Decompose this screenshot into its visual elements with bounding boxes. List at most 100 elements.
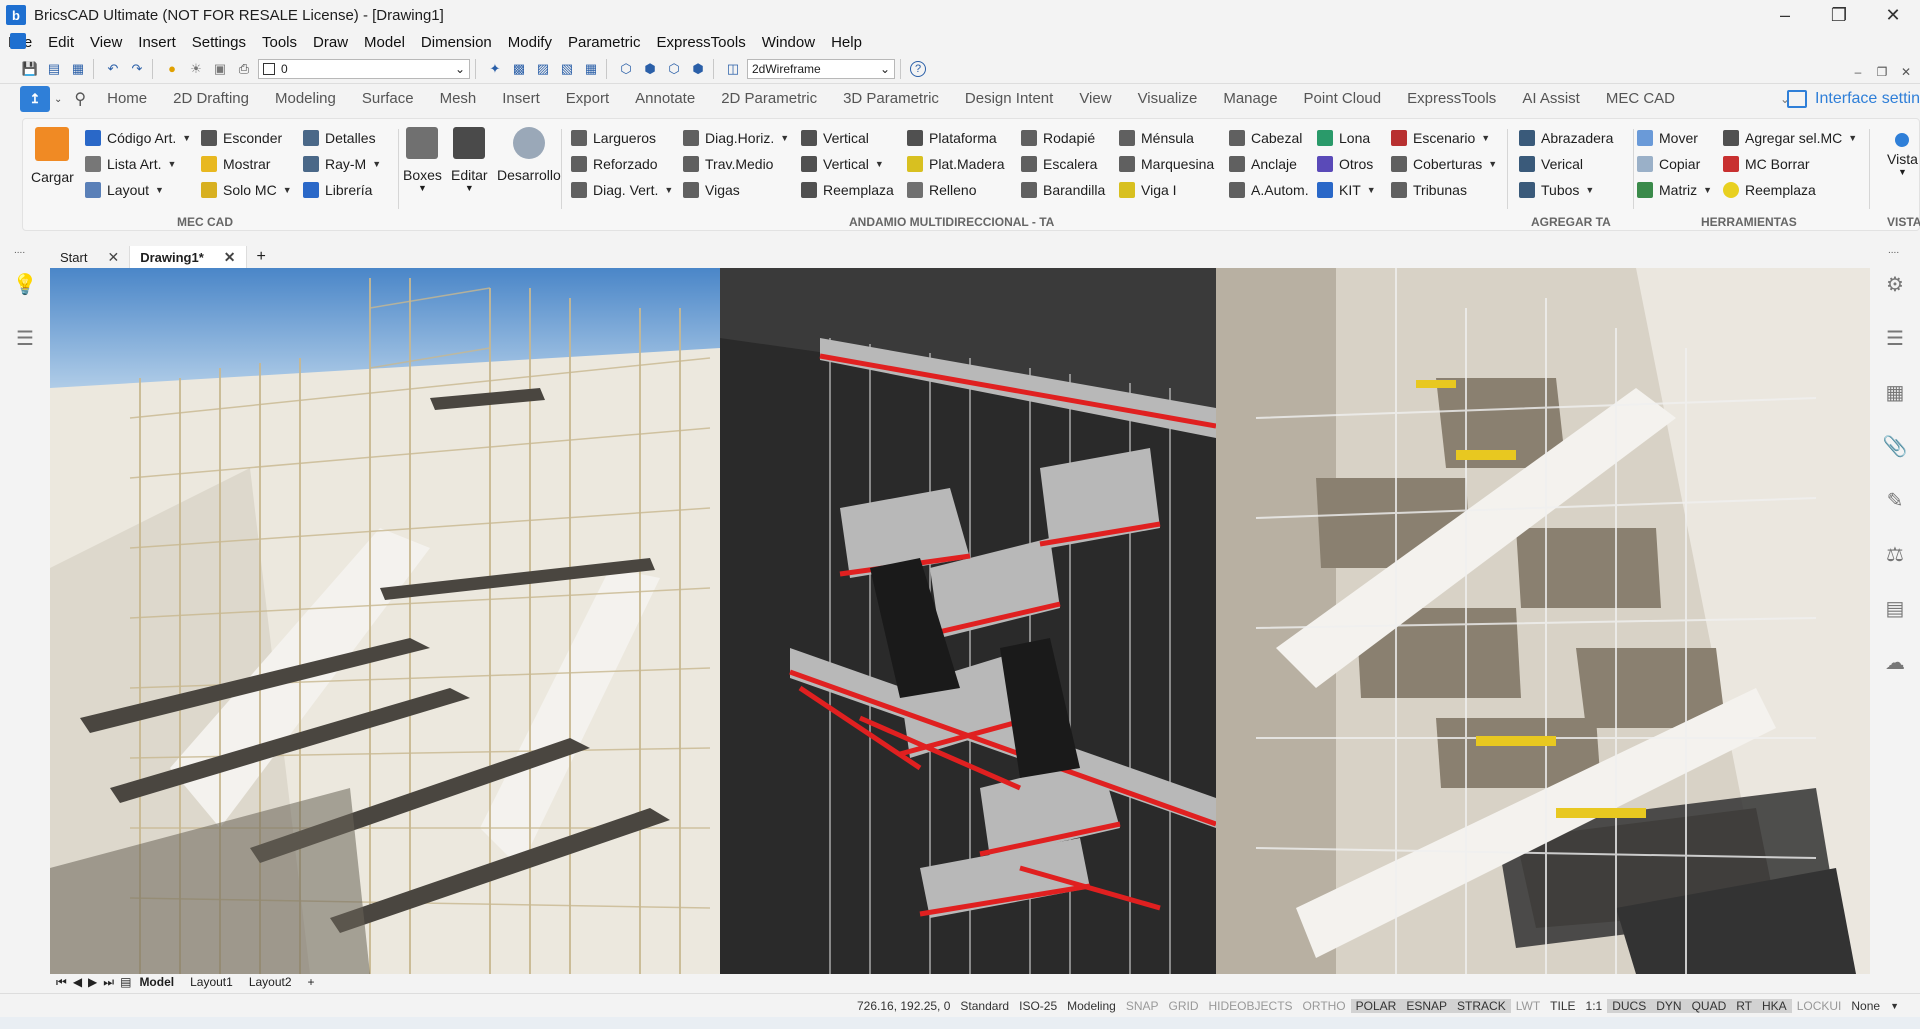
vigas-button[interactable]: Vigas — [683, 179, 740, 201]
layer-print-icon[interactable]: ⎙ — [234, 59, 254, 79]
editar-button[interactable]: Editar ▼ — [451, 127, 488, 193]
reemplaza-button[interactable]: Reemplaza — [801, 179, 894, 201]
barandilla-button[interactable]: Barandilla — [1021, 179, 1105, 201]
status-lwt[interactable]: LWT — [1511, 999, 1545, 1013]
tab-modeling[interactable]: Modeling — [262, 84, 349, 114]
esconder-button[interactable]: Esconder — [201, 127, 282, 149]
mover-button[interactable]: Mover — [1637, 127, 1698, 149]
close-icon[interactable]: ✕ — [224, 249, 236, 266]
layout-tab-layout2[interactable]: Layout2 — [241, 975, 300, 989]
visual-style-icon[interactable]: ◫ — [723, 59, 743, 79]
rodapie-button[interactable]: Rodapié — [1021, 127, 1095, 149]
menu-expresstools[interactable]: ExpressTools — [649, 34, 754, 51]
menu-insert[interactable]: Insert — [130, 34, 184, 51]
tab-2d-parametric[interactable]: 2D Parametric — [708, 84, 830, 114]
lona-button[interactable]: Lona — [1317, 127, 1370, 149]
status-strack[interactable]: STRACK — [1452, 998, 1511, 1013]
desarrollo-button[interactable]: Desarrollo — [497, 127, 561, 183]
structure-tree-icon[interactable]: ☰ — [12, 325, 38, 351]
escenario-button[interactable]: Escenario ▼ — [1391, 127, 1490, 149]
plataforma-button[interactable]: Plataforma — [907, 127, 997, 149]
tab-manage[interactable]: Manage — [1210, 84, 1290, 114]
status-grid[interactable]: GRID — [1164, 999, 1204, 1013]
agregar-sel-mc-button[interactable]: Agregar sel.MC ▼ — [1723, 127, 1857, 149]
vertical-2-button[interactable]: Vertical ▼ — [801, 153, 884, 175]
save-as-icon[interactable]: ▤ — [44, 59, 64, 79]
tab-export[interactable]: Export — [553, 84, 622, 114]
diag-vert-button[interactable]: Diag. Vert. ▼ — [571, 179, 673, 201]
layer-on-icon[interactable]: ● — [162, 59, 182, 79]
cargar-button[interactable]: Cargar — [31, 127, 74, 185]
application-menu-button[interactable]: ↥ — [20, 86, 50, 112]
status-dyn[interactable]: DYN — [1651, 998, 1687, 1013]
ray-m-button[interactable]: Ray-M ▼ — [303, 153, 381, 175]
layers-icon[interactable]: ☰ — [1882, 325, 1908, 351]
marquesina-button[interactable]: Marquesina — [1119, 153, 1214, 175]
status-hka[interactable]: HKA — [1757, 998, 1792, 1013]
layer-freeze-icon[interactable]: ☀ — [186, 59, 206, 79]
layout-tab-layout1[interactable]: Layout1 — [182, 975, 241, 989]
mc-borrar-button[interactable]: MC Borrar — [1723, 153, 1810, 175]
matriz-button[interactable]: Matriz ▼ — [1637, 179, 1712, 201]
status-ducs[interactable]: DUCS — [1607, 998, 1652, 1013]
interface-settings-button[interactable]: Interface settin — [1787, 84, 1920, 114]
dropdown-arrow-icon[interactable]: ▼ — [1885, 1001, 1904, 1011]
layer-combo[interactable]: 0 ⌄ — [258, 58, 470, 79]
tab-expresstools[interactable]: ExpressTools — [1394, 84, 1509, 114]
tab-3d-parametric[interactable]: 3D Parametric — [830, 84, 952, 114]
status-polar[interactable]: POLAR — [1350, 998, 1402, 1013]
view-front-icon[interactable]: ⬢ — [640, 59, 660, 79]
drawing-viewport[interactable] — [50, 268, 1870, 974]
menu-help[interactable]: Help — [823, 34, 870, 51]
codigo-art-button[interactable]: Código Art. ▼ — [85, 127, 191, 149]
panel-grip-icon[interactable]: .... — [14, 245, 25, 256]
next-layout-icon[interactable]: ▶ — [88, 975, 97, 989]
select-similar-icon[interactable]: ▩ — [509, 59, 529, 79]
redo-icon[interactable]: ↷ — [127, 59, 147, 79]
menu-settings[interactable]: Settings — [184, 34, 254, 51]
status-ortho[interactable]: ORTHO — [1298, 999, 1351, 1013]
close-icon[interactable]: ✕ — [107, 249, 119, 266]
previous-layout-icon[interactable]: ◀ — [73, 975, 82, 989]
library-icon[interactable]: ⚖ — [1882, 541, 1908, 567]
document-icon[interactable] — [10, 33, 26, 49]
layer-lock-icon[interactable]: ▣ — [210, 59, 230, 79]
vertical-button[interactable]: Vertical — [801, 127, 869, 149]
search-icon[interactable]: ⚲ — [74, 89, 86, 109]
status-hideobjects[interactable]: HIDEOBJECTS — [1204, 999, 1298, 1013]
a-autom-button[interactable]: A.Autom. — [1229, 179, 1309, 201]
cabezal-button[interactable]: Cabezal — [1229, 127, 1302, 149]
last-layout-icon[interactable]: ⏭ — [103, 975, 114, 990]
libreria-button[interactable]: Librería — [303, 179, 372, 201]
select-icon[interactable]: ✦ — [485, 59, 505, 79]
tab-design-intent[interactable]: Design Intent — [952, 84, 1066, 114]
tab-view[interactable]: View — [1066, 84, 1124, 114]
layout-tab-model[interactable]: Model — [131, 975, 182, 989]
copiar-button[interactable]: Copiar — [1637, 153, 1700, 175]
largueros-button[interactable]: Largueros — [571, 127, 656, 149]
verical-button[interactable]: Verical — [1519, 153, 1583, 175]
save-icon[interactable]: 💾 — [20, 59, 40, 79]
menu-view[interactable]: View — [82, 34, 130, 51]
blocks-icon[interactable]: ▦ — [1882, 379, 1908, 405]
tab-insert[interactable]: Insert — [489, 84, 553, 114]
relleno-button[interactable]: Relleno — [907, 179, 976, 201]
drawing-explorer-icon[interactable]: ✎ — [1882, 487, 1908, 513]
tab-2d-drafting[interactable]: 2D Drafting — [160, 84, 262, 114]
detalles-button[interactable]: Detalles — [303, 127, 376, 149]
status-annotation-scale[interactable]: None — [1846, 999, 1885, 1013]
minimize-icon[interactable]: – — [1758, 0, 1812, 30]
status-esnap[interactable]: ESNAP — [1401, 998, 1453, 1013]
status-dim-style[interactable]: ISO-25 — [1014, 999, 1062, 1013]
select-window-icon[interactable]: ▨ — [533, 59, 553, 79]
tab-mec-cad[interactable]: MEC CAD — [1593, 84, 1688, 114]
reemplaza-mc-button[interactable]: Reemplaza — [1723, 179, 1816, 201]
status-text-style[interactable]: Standard — [955, 999, 1014, 1013]
menu-tools[interactable]: Tools — [254, 34, 305, 51]
print-preview-icon[interactable]: ▦ — [68, 59, 88, 79]
panel-grip-icon[interactable]: .... — [1888, 245, 1899, 256]
status-tile[interactable]: TILE — [1545, 999, 1580, 1013]
tab-point-cloud[interactable]: Point Cloud — [1291, 84, 1395, 114]
trav-medio-button[interactable]: Trav.Medio — [683, 153, 773, 175]
menu-draw[interactable]: Draw — [305, 34, 356, 51]
